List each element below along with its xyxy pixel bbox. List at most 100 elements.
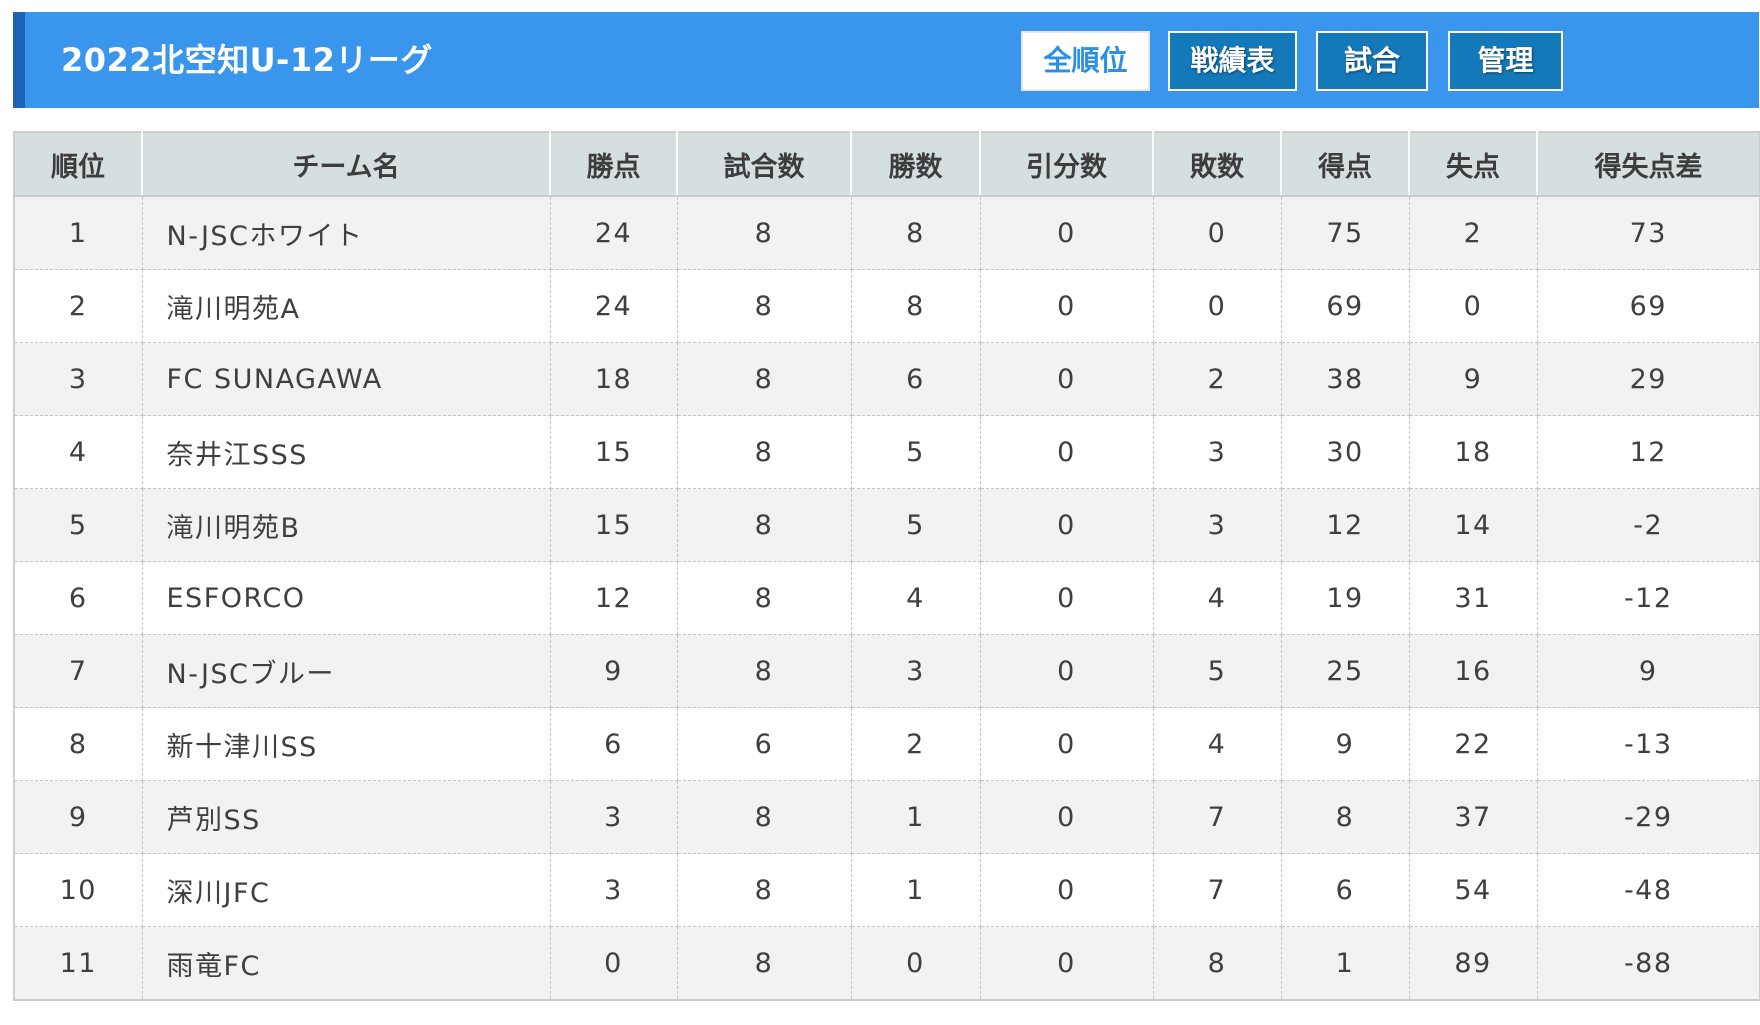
cell-losses: 4: [1153, 707, 1282, 781]
table-row: 11 雨竜FC 0 8 0 0 8 1 89 -88: [14, 926, 1760, 1001]
column-header-goal-difference: 得失点差: [1537, 132, 1760, 197]
cell-wins: 1: [851, 853, 981, 927]
cell-wins: 0: [851, 926, 981, 1001]
table-row: 7 N-JSCブルー 9 8 3 0 5 25 16 9: [14, 634, 1760, 708]
cell-rank: 3: [14, 342, 143, 416]
cell-rank: 11: [14, 926, 143, 1001]
cell-goal-difference: 9: [1537, 634, 1760, 708]
cell-losses: 7: [1153, 853, 1282, 927]
cell-draws: 0: [980, 780, 1154, 854]
cell-team-name: 奈井江SSS: [142, 415, 551, 489]
cell-rank: 2: [14, 269, 143, 343]
cell-draws: 0: [980, 269, 1154, 343]
matches-button[interactable]: 試合: [1316, 31, 1428, 91]
cell-goals-against: 14: [1409, 488, 1538, 562]
cell-losses: 8: [1153, 926, 1282, 1001]
table-row: 10 深川JFC 3 8 1 0 7 6 54 -48: [14, 853, 1760, 927]
cell-goal-difference: -88: [1537, 926, 1760, 1001]
cell-rank: 9: [14, 780, 143, 854]
cell-goals-for: 30: [1281, 415, 1410, 489]
cell-played: 6: [677, 707, 852, 781]
cell-draws: 0: [980, 415, 1154, 489]
cell-draws: 0: [980, 926, 1154, 1001]
cell-goal-difference: 69: [1537, 269, 1760, 343]
table-row: 4 奈井江SSS 15 8 5 0 3 30 18 12: [14, 415, 1760, 489]
cell-rank: 10: [14, 853, 143, 927]
cell-wins: 5: [851, 415, 981, 489]
cell-points: 24: [550, 269, 678, 343]
cell-draws: 0: [980, 342, 1154, 416]
cell-played: 8: [677, 196, 852, 270]
cell-draws: 0: [980, 707, 1154, 781]
cell-team-name: 新十津川SS: [142, 707, 551, 781]
page: 2022北空知U-12リーグ 全順位 戦績表 試合 管理 順位 チーム名 勝点 試合数…: [0, 0, 1760, 1025]
cell-goals-against: 18: [1409, 415, 1538, 489]
cell-wins: 6: [851, 342, 981, 416]
cell-draws: 0: [980, 488, 1154, 562]
standings-table: 順位 チーム名 勝点 試合数 勝数 引分数 敗数 得点 失点 得失点差 1 N-JSCホワイト 24 8…: [13, 131, 1760, 1001]
cell-goals-against: 37: [1409, 780, 1538, 854]
column-header-wins: 勝数: [851, 132, 981, 197]
cell-losses: 3: [1153, 488, 1282, 562]
cell-goals-against: 16: [1409, 634, 1538, 708]
cell-goals-against: 0: [1409, 269, 1538, 343]
cell-goals-against: 54: [1409, 853, 1538, 927]
cell-played: 8: [677, 488, 852, 562]
cell-wins: 4: [851, 561, 981, 635]
column-header-goals-for: 得点: [1281, 132, 1410, 197]
cell-goals-for: 19: [1281, 561, 1410, 635]
cell-played: 8: [677, 853, 852, 927]
column-header-played: 試合数: [677, 132, 852, 197]
table-row: 8 新十津川SS 6 6 2 0 4 9 22 -13: [14, 707, 1760, 781]
cell-goals-for: 75: [1281, 196, 1410, 270]
table-row: 3 FC SUNAGAWA 18 8 6 0 2 38 9 29: [14, 342, 1760, 416]
results-table-button[interactable]: 戦績表: [1168, 31, 1297, 91]
table-row: 9 芦別SS 3 8 1 0 7 8 37 -29: [14, 780, 1760, 854]
column-header-rank: 順位: [14, 132, 143, 197]
cell-draws: 0: [980, 561, 1154, 635]
cell-played: 8: [677, 342, 852, 416]
cell-losses: 0: [1153, 269, 1282, 343]
cell-goal-difference: -12: [1537, 561, 1760, 635]
cell-goals-for: 12: [1281, 488, 1410, 562]
cell-goals-against: 89: [1409, 926, 1538, 1001]
cell-goal-difference: 29: [1537, 342, 1760, 416]
all-standings-button[interactable]: 全順位: [1021, 31, 1150, 91]
cell-points: 18: [550, 342, 678, 416]
cell-draws: 0: [980, 853, 1154, 927]
cell-team-name: 芦別SS: [142, 780, 551, 854]
cell-points: 9: [550, 634, 678, 708]
admin-button[interactable]: 管理: [1448, 31, 1563, 91]
table-header-row: 順位 チーム名 勝点 試合数 勝数 引分数 敗数 得点 失点 得失点差: [14, 132, 1760, 197]
cell-wins: 8: [851, 196, 981, 270]
column-header-team-name: チーム名: [142, 132, 551, 197]
cell-goals-for: 38: [1281, 342, 1410, 416]
cell-draws: 0: [980, 634, 1154, 708]
cell-goals-against: 2: [1409, 196, 1538, 270]
column-header-draws: 引分数: [980, 132, 1154, 197]
cell-played: 8: [677, 561, 852, 635]
cell-rank: 1: [14, 196, 143, 270]
cell-goals-for: 1: [1281, 926, 1410, 1001]
column-header-losses: 敗数: [1153, 132, 1282, 197]
cell-points: 15: [550, 415, 678, 489]
cell-points: 12: [550, 561, 678, 635]
cell-team-name: 滝川明苑B: [142, 488, 551, 562]
standings-table-wrapper: 順位 チーム名 勝点 試合数 勝数 引分数 敗数 得点 失点 得失点差 1 N-JSCホワイト 24 8…: [13, 131, 1760, 1001]
cell-goals-for: 8: [1281, 780, 1410, 854]
cell-team-name: 深川JFC: [142, 853, 551, 927]
cell-wins: 8: [851, 269, 981, 343]
cell-goals-against: 9: [1409, 342, 1538, 416]
cell-losses: 5: [1153, 634, 1282, 708]
page-title: 2022北空知U-12リーグ: [61, 41, 433, 79]
cell-team-name: 雨竜FC: [142, 926, 551, 1001]
cell-goal-difference: 73: [1537, 196, 1760, 270]
table-row: 1 N-JSCホワイト 24 8 8 0 0 75 2 73: [14, 196, 1760, 270]
cell-team-name: ESFORCO: [142, 561, 551, 635]
cell-losses: 4: [1153, 561, 1282, 635]
cell-team-name: FC SUNAGAWA: [142, 342, 551, 416]
cell-played: 8: [677, 634, 852, 708]
cell-losses: 7: [1153, 780, 1282, 854]
column-header-points: 勝点: [550, 132, 678, 197]
cell-goals-against: 22: [1409, 707, 1538, 781]
